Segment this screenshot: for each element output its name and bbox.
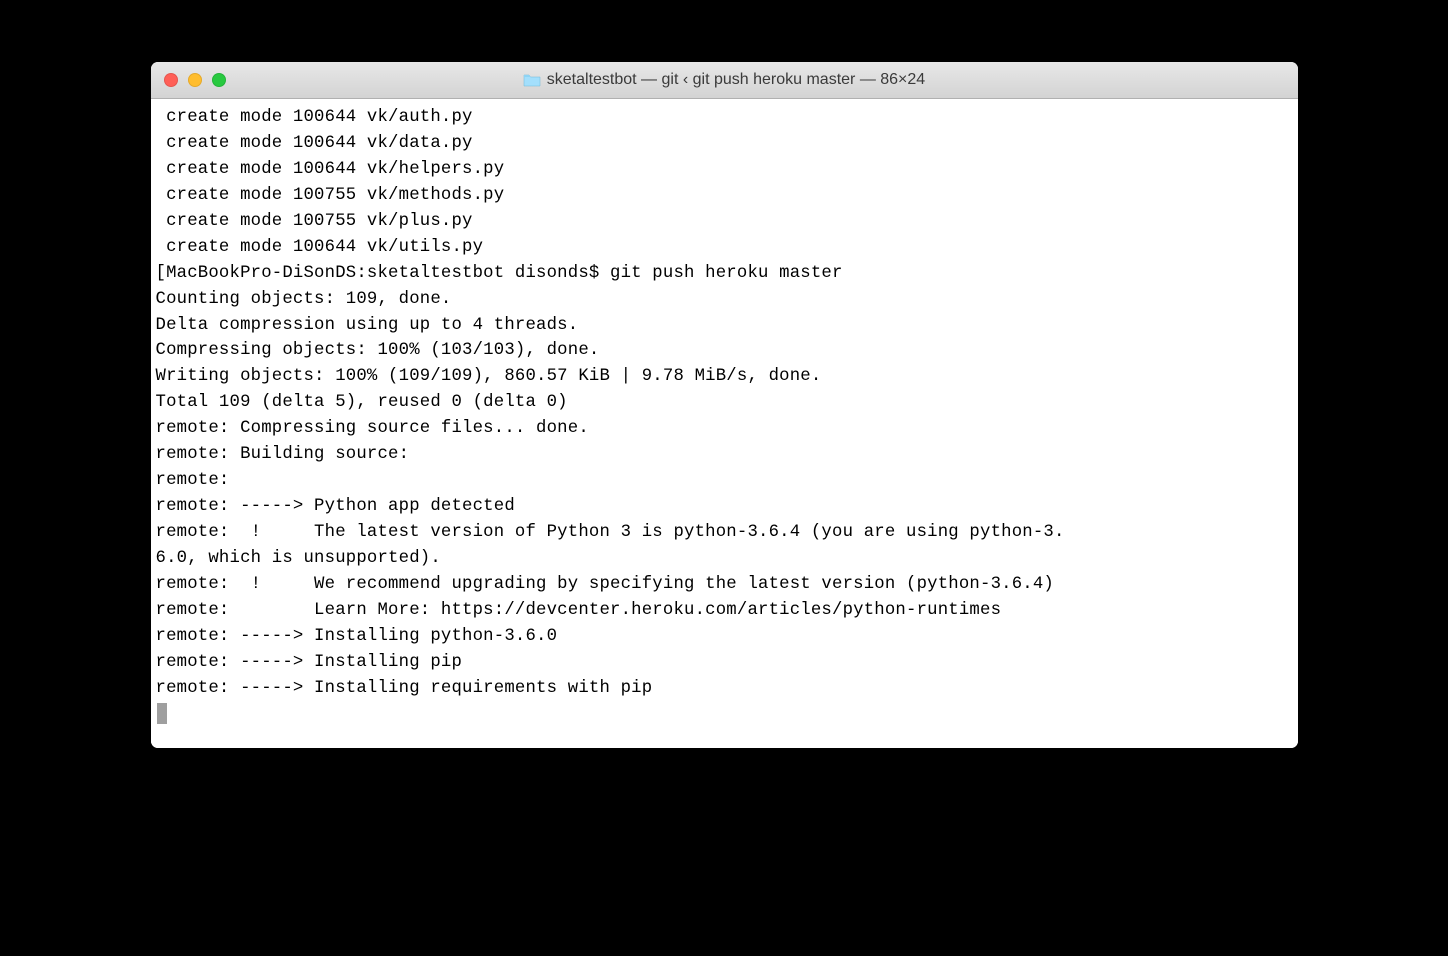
terminal-line: remote: bbox=[156, 468, 1293, 494]
terminal-cursor bbox=[157, 703, 167, 724]
terminal-line: create mode 100644 vk/data.py bbox=[156, 131, 1293, 157]
terminal-content[interactable]: create mode 100644 vk/auth.py create mod… bbox=[151, 99, 1298, 748]
terminal-line: Compressing objects: 100% (103/103), don… bbox=[156, 338, 1293, 364]
terminal-line: Total 109 (delta 5), reused 0 (delta 0) bbox=[156, 390, 1293, 416]
terminal-line: remote: ! The latest version of Python 3… bbox=[156, 520, 1293, 546]
terminal-line: remote: -----> Installing requirements w… bbox=[156, 676, 1293, 702]
terminal-line: Writing objects: 100% (109/109), 860.57 … bbox=[156, 364, 1293, 390]
minimize-button[interactable] bbox=[188, 73, 202, 87]
terminal-line: remote: Compressing source files... done… bbox=[156, 416, 1293, 442]
terminal-line: remote: Learn More: https://devcenter.he… bbox=[156, 598, 1293, 624]
terminal-line: create mode 100755 vk/methods.py bbox=[156, 183, 1293, 209]
terminal-line: remote: ! We recommend upgrading by spec… bbox=[156, 572, 1293, 598]
window-title: sketaltestbot — git ‹ git push heroku ma… bbox=[547, 71, 925, 89]
terminal-line: Counting objects: 109, done. bbox=[156, 287, 1293, 313]
terminal-line: [MacBookPro-DiSonDS:sketaltestbot disond… bbox=[156, 261, 1293, 287]
window-titlebar[interactable]: sketaltestbot — git ‹ git push heroku ma… bbox=[151, 62, 1298, 99]
terminal-line: create mode 100644 vk/helpers.py bbox=[156, 157, 1293, 183]
terminal-window: sketaltestbot — git ‹ git push heroku ma… bbox=[151, 62, 1298, 748]
terminal-line: 6.0, which is unsupported). bbox=[156, 546, 1293, 572]
terminal-line: create mode 100644 vk/auth.py bbox=[156, 105, 1293, 131]
folder-icon bbox=[523, 73, 541, 87]
terminal-line: create mode 100644 vk/utils.py bbox=[156, 235, 1293, 261]
window-controls bbox=[151, 73, 226, 87]
zoom-button[interactable] bbox=[212, 73, 226, 87]
terminal-line: create mode 100755 vk/plus.py bbox=[156, 209, 1293, 235]
terminal-line: remote: -----> Installing python-3.6.0 bbox=[156, 624, 1293, 650]
close-button[interactable] bbox=[164, 73, 178, 87]
terminal-line: remote: -----> Python app detected bbox=[156, 494, 1293, 520]
window-title-area: sketaltestbot — git ‹ git push heroku ma… bbox=[151, 71, 1298, 89]
terminal-line: remote: -----> Installing pip bbox=[156, 650, 1293, 676]
terminal-line: remote: Building source: bbox=[156, 442, 1293, 468]
terminal-line: Delta compression using up to 4 threads. bbox=[156, 313, 1293, 339]
